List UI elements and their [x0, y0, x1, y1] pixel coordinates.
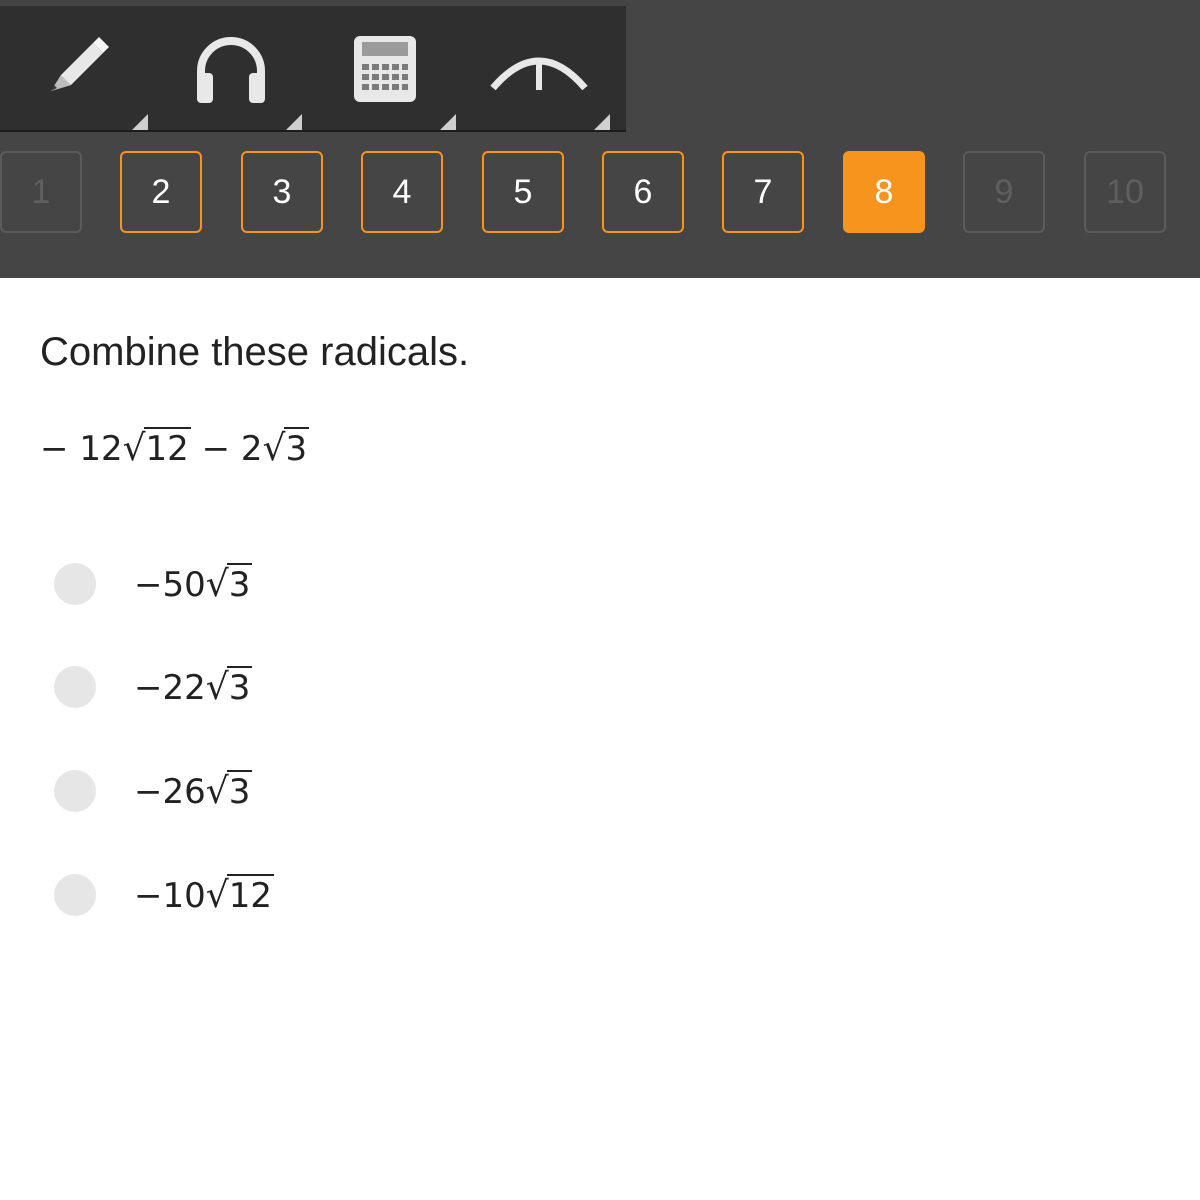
question-5-button[interactable]: 5: [482, 151, 564, 233]
tool-menu-corner: [132, 114, 148, 130]
toolbar: [0, 6, 626, 132]
option-coefficient: 10: [162, 875, 206, 916]
radical-sign-icon: √: [122, 428, 146, 469]
square-root: √3: [205, 562, 253, 605]
option-sign: −: [134, 875, 163, 916]
tool-menu-corner: [440, 114, 456, 130]
graph-tool-button[interactable]: [462, 6, 616, 132]
radicand: 3: [226, 665, 253, 708]
square-root: √3: [262, 427, 310, 469]
question-6-button[interactable]: 6: [602, 151, 684, 233]
radical-sign-icon: √: [205, 563, 229, 605]
option-coefficient: 50: [162, 564, 206, 605]
headphones-icon: [189, 33, 273, 105]
radicand: 3: [283, 427, 310, 469]
expression-coefficient: 2: [240, 429, 263, 469]
square-root: √3: [205, 769, 253, 812]
expression-coefficient: 12: [79, 429, 123, 469]
option-label: −50√3: [134, 562, 253, 605]
expression-minus: −: [40, 429, 69, 469]
answer-option-2[interactable]: −22√3: [54, 665, 253, 709]
radio-button[interactable]: [54, 563, 96, 605]
radical-sign-icon: √: [205, 874, 229, 916]
graph-icon: [489, 44, 589, 94]
radicand: 3: [226, 769, 253, 812]
question-8-button[interactable]: 8: [843, 151, 925, 233]
square-root: √12: [205, 873, 274, 916]
radio-button[interactable]: [54, 666, 96, 708]
tool-menu-corner: [594, 114, 610, 130]
pencil-tool-button[interactable]: [0, 6, 154, 132]
question-1-button[interactable]: 1: [0, 151, 82, 233]
radical-sign-icon: √: [262, 428, 286, 469]
tool-menu-corner: [286, 114, 302, 130]
header-bar: 1 2 3 4 5 6 7 8 9 10: [0, 0, 1200, 278]
option-label: −10√12: [134, 873, 274, 916]
option-coefficient: 26: [162, 771, 206, 812]
question-expression: − 12√12 − 2√3: [40, 427, 310, 469]
option-sign: −: [134, 564, 163, 605]
square-root: √3: [205, 665, 253, 708]
question-2-button[interactable]: 2: [120, 151, 202, 233]
question-7-button[interactable]: 7: [722, 151, 804, 233]
option-sign: −: [134, 667, 163, 708]
radio-button[interactable]: [54, 874, 96, 916]
question-4-button[interactable]: 4: [361, 151, 443, 233]
question-prompt: Combine these radicals.: [40, 330, 470, 374]
answer-option-3[interactable]: −26√3: [54, 769, 253, 813]
square-root: √12: [122, 427, 191, 469]
question-10-button[interactable]: 10: [1084, 151, 1166, 233]
expression-minus: −: [201, 429, 231, 469]
radicand: 12: [143, 427, 191, 469]
option-label: −26√3: [134, 769, 253, 812]
pencil-icon: [37, 29, 117, 109]
question-3-button[interactable]: 3: [241, 151, 323, 233]
calculator-icon: [352, 34, 418, 104]
audio-tool-button[interactable]: [154, 6, 308, 132]
radio-button[interactable]: [54, 770, 96, 812]
question-9-button[interactable]: 9: [963, 151, 1045, 233]
radicand: 12: [226, 873, 274, 916]
option-label: −22√3: [134, 665, 253, 708]
calculator-tool-button[interactable]: [308, 6, 462, 132]
answer-option-1[interactable]: −50√3: [54, 562, 253, 606]
radical-sign-icon: √: [205, 770, 229, 812]
radicand: 3: [226, 562, 253, 605]
option-coefficient: 22: [162, 667, 206, 708]
question-navigator: 1 2 3 4 5 6 7 8 9 10: [0, 151, 1200, 233]
option-sign: −: [134, 771, 163, 812]
answer-option-4[interactable]: −10√12: [54, 873, 274, 917]
radical-sign-icon: √: [205, 666, 229, 708]
